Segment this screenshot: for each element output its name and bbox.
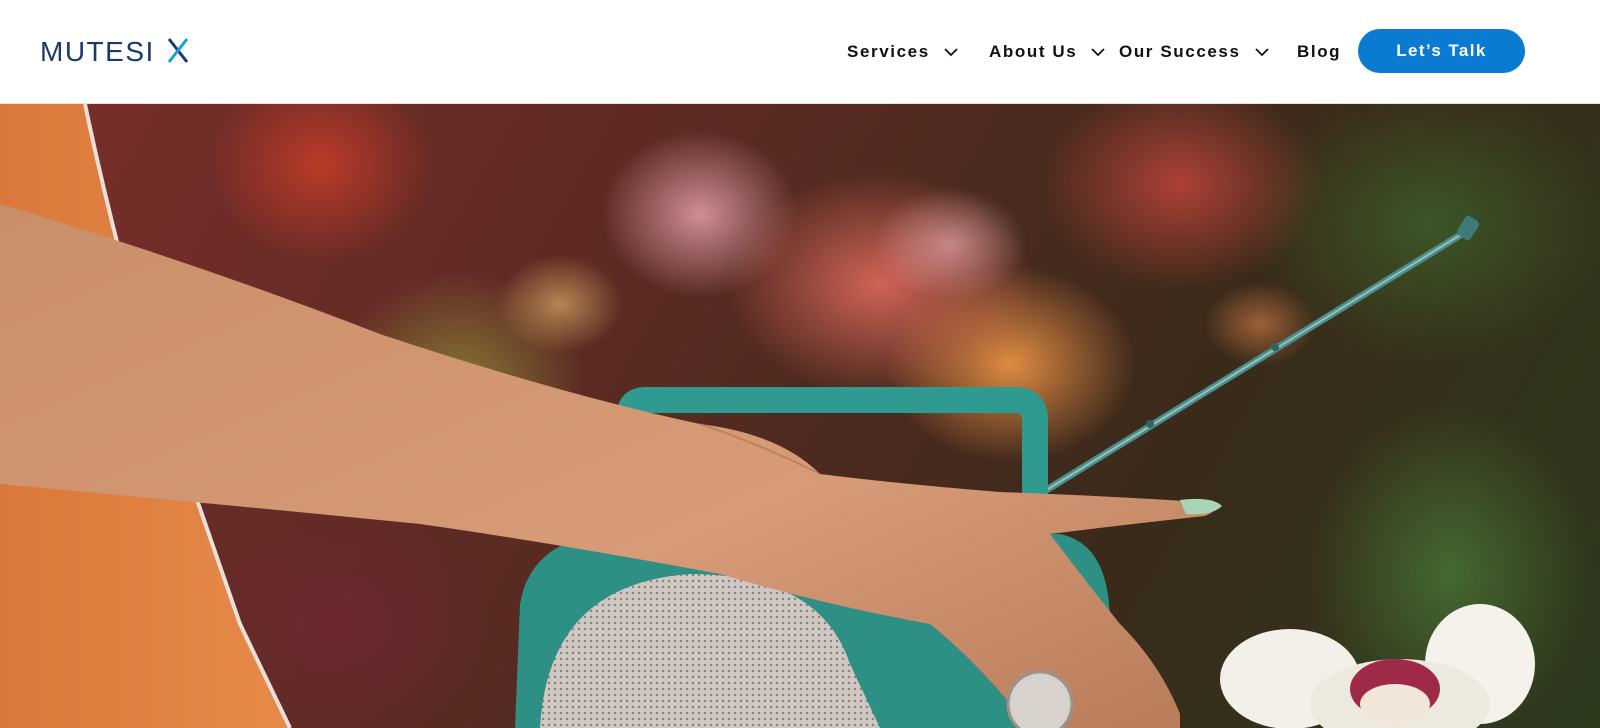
hero-video: [0, 104, 1600, 728]
antenna-icon: [1036, 215, 1480, 498]
nav-our-success-label: Our Success: [1119, 42, 1241, 61]
svg-text:MUTESI: MUTESI: [40, 36, 155, 66]
nav-blog-label: Blog: [1297, 42, 1342, 61]
mutesix-wordmark-icon: MUTESI: [40, 36, 189, 66]
nav-about-us[interactable]: About Us: [989, 32, 1105, 72]
orchid-flower-icon: [1220, 604, 1535, 728]
lets-talk-button[interactable]: Let’s Talk: [1358, 29, 1525, 73]
chevron-down-icon: [1091, 48, 1105, 57]
mutesix-logo[interactable]: MUTESI: [40, 36, 190, 66]
chevron-down-icon: [944, 48, 958, 57]
nav-blog[interactable]: Blog: [1297, 32, 1341, 72]
site-header: MUTESI Services About Us Our Success Blo…: [0, 0, 1600, 104]
radio-dial-icon: [1006, 670, 1074, 728]
nav-our-success[interactable]: Our Success: [1119, 32, 1269, 72]
chevron-down-icon: [1254, 48, 1269, 57]
nav-services[interactable]: Services: [847, 32, 958, 72]
nav-about-us-label: About Us: [989, 42, 1078, 61]
nav-services-label: Services: [847, 42, 930, 61]
hero-scene: [0, 104, 1535, 728]
